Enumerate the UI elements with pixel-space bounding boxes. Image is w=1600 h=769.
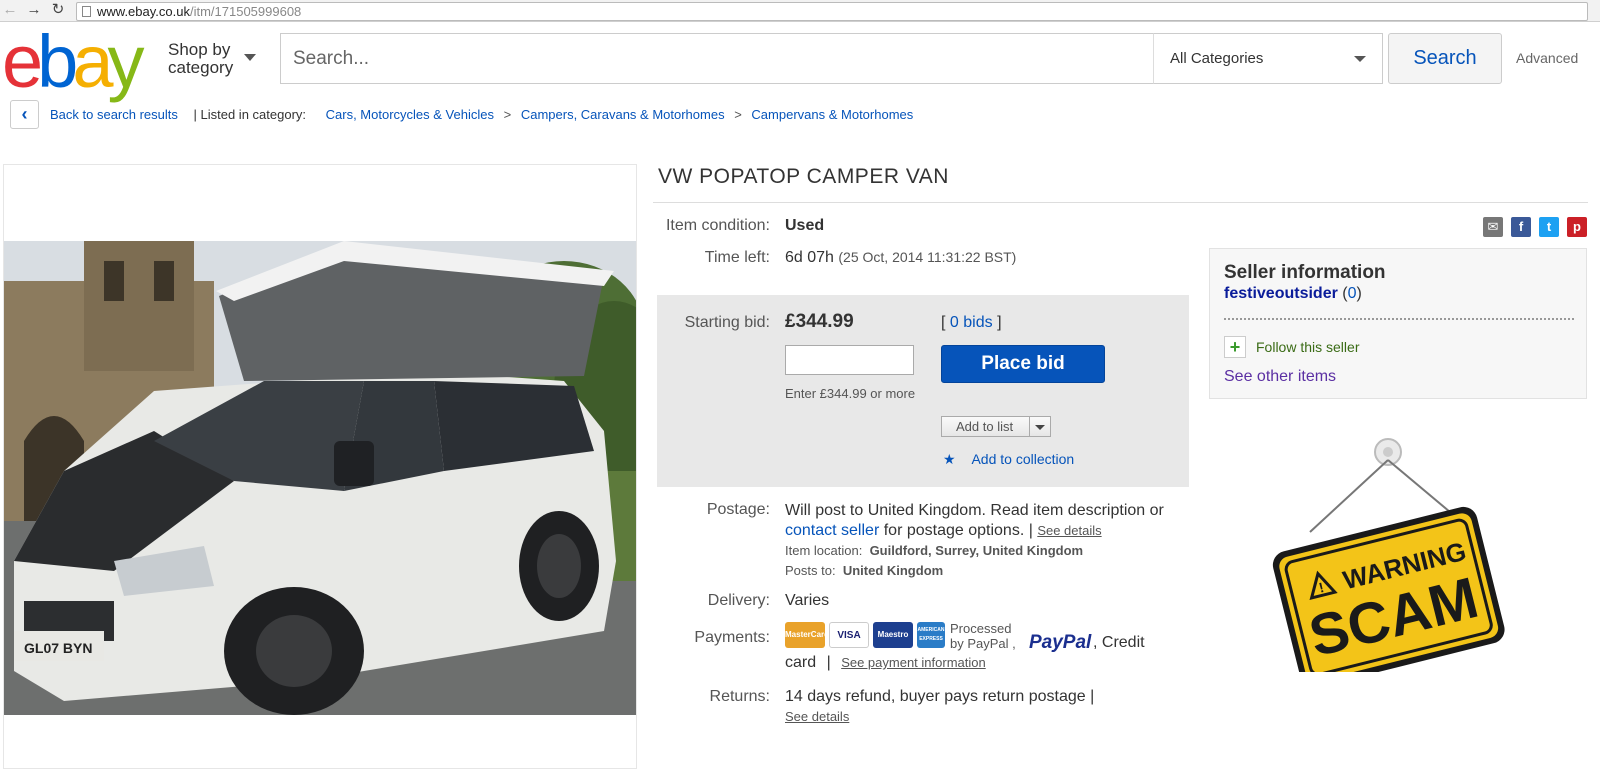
bid-amount-input[interactable] — [785, 345, 914, 375]
shop-by-label: Shop by — [168, 40, 231, 59]
breadcrumb: Back to search results | Listed in categ… — [50, 107, 913, 122]
breadcrumb-separator: > — [734, 107, 742, 122]
card-text: card — [785, 654, 817, 671]
mastercard-icon: MasterCard — [785, 622, 829, 648]
back-to-results-link[interactable]: Back to search results — [50, 107, 178, 122]
condition-value: Used — [785, 217, 825, 234]
search-field[interactable] — [280, 33, 1154, 84]
advanced-search-link[interactable]: Advanced — [1516, 50, 1578, 66]
breadcrumb-item[interactable]: Campers, Caravans & Motorhomes — [521, 107, 725, 122]
url-host: www.ebay.co.uk — [97, 4, 190, 19]
back-chevron-button[interactable]: ‹ — [10, 100, 39, 129]
add-to-collection-link[interactable]: Add to collection — [959, 451, 1074, 467]
see-details-link[interactable]: See details — [1037, 523, 1101, 538]
bid-count: [ 0 bids ] — [941, 314, 1002, 331]
posts-to-value: United Kingdom — [842, 563, 944, 578]
posts-to: Posts to: United Kingdom — [785, 563, 944, 578]
item-photo[interactable]: GL07 BYN — [4, 241, 636, 715]
time-left-value: 6d 07h (25 Oct, 2014 11:31:22 BST) — [785, 249, 1016, 267]
reload-icon[interactable]: ↻ — [50, 2, 66, 18]
caret-down-icon — [1354, 56, 1366, 62]
add-to-list-label: Add to list — [956, 419, 1014, 434]
caret-down-icon — [244, 54, 256, 61]
seller-heading: Seller information — [1224, 262, 1386, 283]
category-label: category — [168, 58, 234, 77]
category-select-value: All Categories — [1170, 50, 1264, 67]
feedback-score-link[interactable]: 0 — [1348, 285, 1357, 302]
add-to-list-dropdown[interactable] — [1029, 417, 1050, 436]
postage-label: Postage: — [706, 501, 770, 518]
enter-amount-hint: Enter £344.99 or more — [785, 386, 916, 401]
place-bid-button[interactable]: Place bid — [941, 345, 1105, 383]
page-icon — [82, 6, 91, 17]
seller-name-link[interactable]: festiveoutsider — [1224, 285, 1338, 302]
returns-label: Returns: — [709, 688, 770, 705]
caret-down-icon — [1035, 425, 1045, 430]
processed-by-paypal: Processed by PayPal , — [950, 621, 1016, 651]
url-path: /itm/171505999608 — [189, 4, 302, 19]
returns-value: 14 days refund, buyer pays return postag… — [785, 688, 1095, 705]
time-left-label: Time left: — [704, 249, 770, 266]
item-location: Item location: Guildford, Surrey, United… — [785, 543, 1084, 558]
payment-cards: MasterCard VISA Maestro AMERICAN EXPRESS — [785, 622, 949, 648]
credit-text: , Credit — [1093, 634, 1145, 651]
browser-toolbar: ← → ↻ www.ebay.co.uk/itm/171505999608 — [0, 0, 1600, 22]
follow-seller-link[interactable]: Follow this seller — [1256, 339, 1359, 355]
end-time: (25 Oct, 2014 11:31:22 BST) — [838, 249, 1017, 265]
see-payment-info-link[interactable]: See payment information — [841, 655, 986, 670]
delivery-value: Varies — [785, 592, 830, 609]
item-title: VW POPATOP CAMPER VAN — [658, 165, 949, 188]
divider — [653, 202, 1588, 203]
seller-information-box: Seller information festiveoutsider (0) +… — [1209, 248, 1587, 399]
warning-scam-sign: ! WARNING SCAM — [1270, 432, 1510, 688]
postage-details: Will post to United Kingdom. Read item d… — [785, 502, 1164, 539]
category-select[interactable]: All Categories — [1153, 33, 1383, 84]
paypal-logo: PayPal — [1029, 632, 1092, 653]
starting-bid-value: £344.99 — [785, 311, 854, 332]
share-icons: ✉ f t p — [1475, 217, 1587, 237]
campervan-photo: GL07 BYN — [4, 241, 636, 715]
breadcrumb-separator: > — [503, 107, 512, 122]
delivery-label: Delivery: — [707, 592, 770, 609]
item-location-value: Guildford, Surrey, United Kingdom — [869, 543, 1084, 558]
email-icon[interactable]: ✉ — [1483, 217, 1503, 237]
divider — [1224, 318, 1574, 320]
facebook-icon[interactable]: f — [1511, 217, 1531, 237]
search-input[interactable] — [281, 34, 1153, 83]
breadcrumb-item[interactable]: Cars, Motorcycles & Vehicles — [310, 107, 494, 122]
time-left: 6d 07h — [785, 249, 834, 266]
see-other-items-link[interactable]: See other items — [1224, 368, 1336, 386]
back-arrow-icon[interactable]: ← — [2, 2, 18, 18]
listed-in-label: | Listed in category: — [193, 107, 307, 122]
plus-icon[interactable]: + — [1224, 336, 1246, 358]
condition-label: Item condition: — [665, 217, 770, 234]
search-button[interactable]: Search — [1388, 33, 1502, 84]
bids-link[interactable]: 0 bids — [950, 314, 993, 331]
add-to-list-button[interactable]: Add to list — [941, 416, 1051, 437]
address-bar[interactable]: www.ebay.co.uk/itm/171505999608 — [76, 2, 1588, 21]
payments-label: Payments: — [694, 629, 770, 646]
star-icon: ★ — [943, 451, 956, 467]
number-plate: GL07 BYN — [24, 640, 92, 656]
maestro-icon: Maestro — [873, 622, 913, 648]
pinterest-icon[interactable]: p — [1567, 217, 1587, 237]
shop-by-category-button[interactable]: Shop by category — [168, 40, 256, 77]
ebay-logo[interactable]: ebay — [2, 25, 144, 99]
returns-see-details-link[interactable]: See details — [785, 709, 849, 724]
chevron-left-icon: ‹ — [21, 104, 28, 124]
twitter-icon[interactable]: t — [1539, 217, 1559, 237]
contact-seller-link[interactable]: contact seller — [785, 522, 879, 539]
amex-icon: AMERICAN EXPRESS — [917, 622, 945, 648]
starting-bid-label: Starting bid: — [684, 314, 770, 331]
forward-arrow-icon[interactable]: → — [26, 2, 42, 18]
breadcrumb-item[interactable]: Campervans & Motorhomes — [751, 107, 913, 122]
visa-icon: VISA — [829, 622, 869, 648]
